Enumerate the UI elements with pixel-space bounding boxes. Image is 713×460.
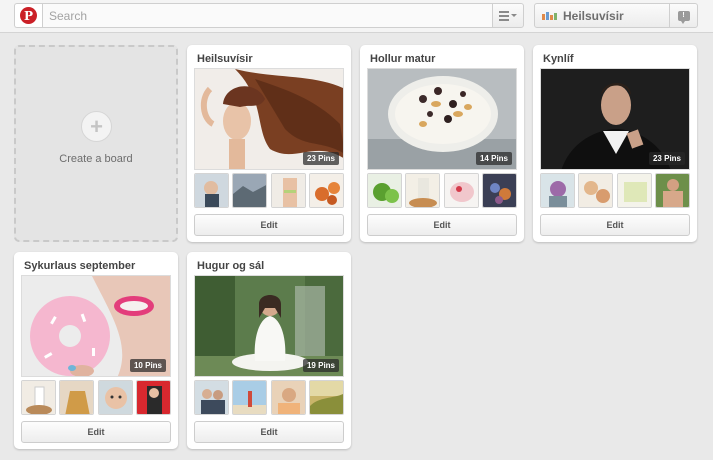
thumbnail-image bbox=[405, 173, 441, 208]
notifications-button[interactable]: ! bbox=[669, 3, 698, 28]
board-thumbnails bbox=[367, 173, 517, 208]
board-thumbnails bbox=[540, 173, 690, 208]
pin-count: 10 Pins bbox=[129, 359, 166, 372]
search-input[interactable]: Search bbox=[42, 3, 493, 28]
thumbnail-image bbox=[97, 380, 133, 415]
board-title: Hollur matur bbox=[370, 53, 436, 65]
menu-button[interactable] bbox=[492, 3, 524, 28]
thumbnail-image bbox=[308, 173, 344, 208]
board-cover-image[interactable]: 10 Pins bbox=[21, 275, 171, 377]
thumbnail-image bbox=[654, 173, 690, 208]
board-title: Sykurlaus september bbox=[24, 260, 136, 272]
user-name: Heilsuvísir bbox=[563, 8, 624, 23]
thumbnail-image bbox=[232, 380, 268, 415]
menu-icon bbox=[499, 10, 509, 21]
top-bar: P Search Heilsuvísir ! bbox=[0, 0, 713, 33]
edit-board-button[interactable]: Edit bbox=[194, 214, 344, 236]
board-card[interactable]: Heilsuvísir 23 Pins Edit bbox=[187, 45, 351, 242]
board-card[interactable]: Hollur matur 14 Pins Edit bbox=[360, 45, 524, 242]
board-title: Hugur og sál bbox=[197, 260, 265, 272]
thumbnail-image bbox=[135, 380, 171, 415]
pin-count: 23 Pins bbox=[648, 152, 685, 165]
pinterest-logo-button[interactable]: P bbox=[14, 3, 42, 28]
edit-board-button[interactable]: Edit bbox=[194, 421, 344, 443]
thumbnail-image bbox=[308, 380, 344, 415]
board-cover-image[interactable]: 23 Pins bbox=[540, 68, 690, 170]
user-avatar-icon bbox=[542, 11, 557, 20]
thumbnail-image bbox=[194, 173, 229, 208]
pin-count: 14 Pins bbox=[475, 152, 512, 165]
thumbnail-image bbox=[270, 173, 306, 208]
chevron-down-icon bbox=[511, 14, 517, 17]
pin-count: 19 Pins bbox=[302, 359, 339, 372]
create-board-label: Create a board bbox=[59, 153, 133, 165]
thumbnail-image bbox=[194, 380, 229, 415]
thumbnail-image bbox=[481, 173, 517, 208]
board-card[interactable]: Kynlíf 23 Pins Edit bbox=[533, 45, 697, 242]
board-title: Kynlíf bbox=[543, 53, 574, 65]
board-cover-image[interactable]: 19 Pins bbox=[194, 275, 344, 377]
thumbnail-image bbox=[443, 173, 479, 208]
thumbnail-image bbox=[616, 173, 652, 208]
pin-count: 23 Pins bbox=[302, 152, 339, 165]
edit-board-button[interactable]: Edit bbox=[21, 421, 171, 443]
board-card[interactable]: Sykurlaus september 10 Pins Edit bbox=[14, 252, 178, 449]
board-cover-image[interactable]: 23 Pins bbox=[194, 68, 344, 170]
thumbnail-image bbox=[578, 173, 614, 208]
thumbnail-image bbox=[21, 380, 56, 415]
edit-board-button[interactable]: Edit bbox=[367, 214, 517, 236]
thumbnail-image bbox=[367, 173, 402, 208]
edit-board-button[interactable]: Edit bbox=[540, 214, 690, 236]
board-card[interactable]: Hugur og sál 19 Pins Edit bbox=[187, 252, 351, 449]
board-cover-image[interactable]: 14 Pins bbox=[367, 68, 517, 170]
thumbnail-image bbox=[540, 173, 575, 208]
board-title: Heilsuvísir bbox=[197, 53, 253, 65]
plus-icon: + bbox=[81, 111, 112, 142]
notifications-icon: ! bbox=[677, 10, 690, 24]
thumbnail-image bbox=[59, 380, 95, 415]
board-thumbnails bbox=[194, 173, 344, 208]
pinterest-logo-icon: P bbox=[20, 7, 37, 24]
search-placeholder: Search bbox=[49, 9, 88, 23]
thumbnail-image bbox=[270, 380, 306, 415]
create-board-tile[interactable]: + Create a board bbox=[14, 45, 178, 242]
thumbnail-image bbox=[232, 173, 268, 208]
board-thumbnails bbox=[21, 380, 171, 415]
board-thumbnails bbox=[194, 380, 344, 415]
user-profile-button[interactable]: Heilsuvísir bbox=[534, 3, 670, 28]
